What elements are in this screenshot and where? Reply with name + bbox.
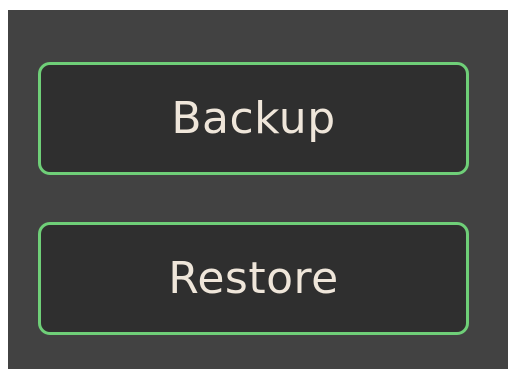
actions-panel: Backup Restore (8, 10, 508, 369)
restore-button[interactable]: Restore (38, 222, 469, 335)
backup-button[interactable]: Backup (38, 62, 469, 175)
